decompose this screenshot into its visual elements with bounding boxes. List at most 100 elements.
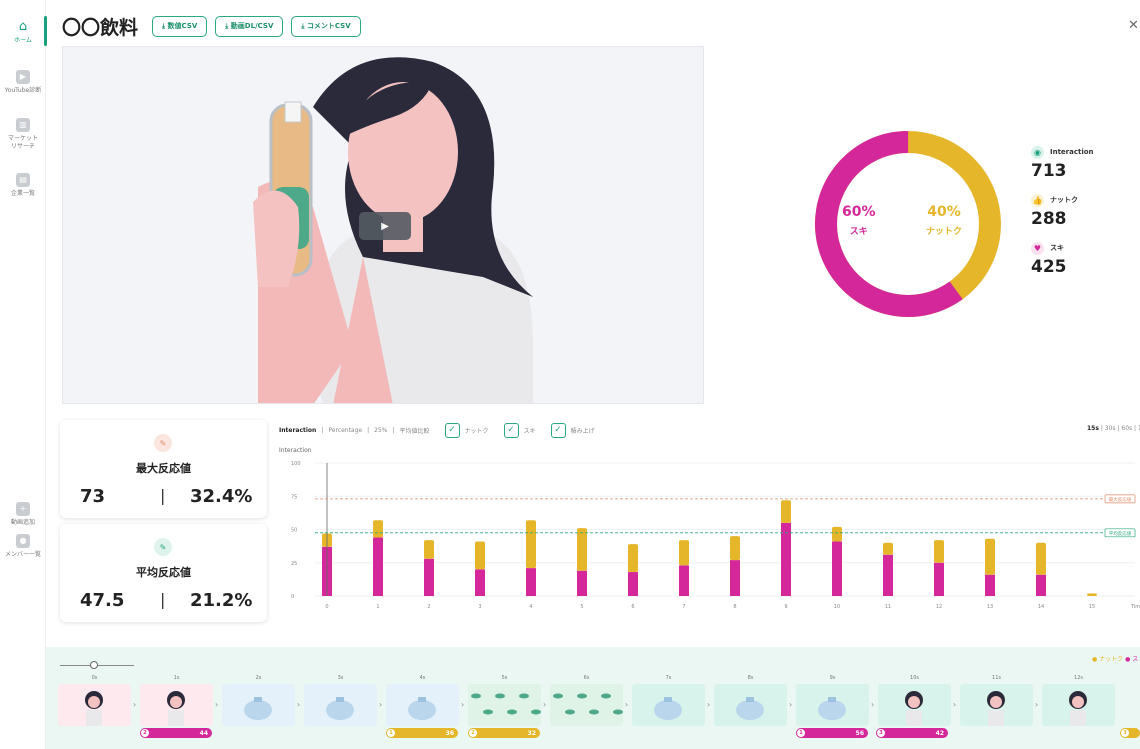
reaction-rank-pill: 2 44: [140, 728, 212, 738]
x-tick-label: 8: [733, 604, 736, 610]
thumbnail-timestamp: 2s: [255, 675, 262, 681]
sidebar-item-companies[interactable]: ▤ 企業一覧: [0, 173, 46, 198]
nattoku-checkbox-label: ナットク: [464, 427, 489, 435]
bar-suki[interactable]: [475, 569, 485, 596]
timeline-thumbnail[interactable]: 8s: [714, 675, 787, 726]
bar-suki[interactable]: [424, 558, 434, 596]
bar-nattoku[interactable]: [475, 541, 485, 570]
thumbnail-image: [987, 691, 1005, 726]
donut-nattoku-name: ナットク: [926, 227, 963, 237]
bar-suki[interactable]: [1036, 574, 1046, 596]
x-axis-label: Time: [1130, 604, 1140, 610]
bar-suki[interactable]: [628, 572, 638, 596]
video-player[interactable]: ▶: [62, 46, 704, 404]
max-reaction-pct: 32.4%: [190, 486, 253, 507]
sidebar-item-youtube[interactable]: ▶ YouTube診断: [0, 70, 46, 95]
mode-interaction[interactable]: Interaction: [279, 427, 316, 434]
bar-suki[interactable]: [373, 537, 383, 596]
bar-suki[interactable]: [577, 570, 587, 596]
thumbnail-timestamp: 1s: [173, 675, 180, 681]
thumbnail-image: [654, 697, 682, 720]
bar-suki[interactable]: [730, 560, 740, 596]
slider-knob[interactable]: [90, 661, 98, 669]
donut-nattoku-label: 40% ナットク: [926, 204, 962, 237]
interaction-icon: ◉: [1031, 145, 1044, 159]
bar-suki[interactable]: [934, 562, 944, 596]
timeline-thumbnail[interactable]: 11s: [960, 675, 1033, 726]
timeline-thumbnail[interactable]: 9s: [796, 675, 869, 726]
timeline-thumbnail[interactable]: 12s: [1042, 675, 1115, 726]
mode-percentage[interactable]: Percentage: [328, 427, 362, 434]
bar-nattoku[interactable]: [730, 536, 740, 561]
timeline-thumbnail[interactable]: 10s: [878, 675, 951, 726]
video-dl-csv-button[interactable]: ⤓ 動画DL/CSV: [215, 15, 284, 37]
x-tick-label: 6: [631, 604, 634, 610]
bar-nattoku[interactable]: [781, 500, 791, 523]
sidebar-item-home[interactable]: ⌂ ホーム: [0, 20, 46, 45]
bar-nattoku[interactable]: [832, 526, 842, 542]
mode-25pct[interactable]: 25%: [374, 427, 387, 434]
bar-nattoku[interactable]: [934, 540, 944, 563]
x-tick-label: 14: [1038, 604, 1044, 610]
timeline-thumbnail[interactable]: 6s: [550, 675, 623, 726]
timeline-thumbnail[interactable]: 2s: [222, 675, 295, 726]
stack-checkbox-label: 積み上げ: [570, 427, 595, 435]
bar-nattoku[interactable]: [883, 542, 893, 555]
sidebar-item-add-video[interactable]: + 動画追加: [0, 502, 46, 527]
timeline-thumbnail[interactable]: 0s: [58, 675, 131, 726]
stack-checkbox[interactable]: ✓: [550, 422, 566, 438]
bar-suki[interactable]: [781, 522, 791, 596]
timeline-thumbnail[interactable]: 7s: [632, 675, 705, 726]
chevron-right-icon: ›: [379, 700, 383, 709]
timeline-thumbnail[interactable]: 3s: [304, 675, 377, 726]
bar-suki[interactable]: [985, 574, 995, 596]
bar-nattoku[interactable]: [1087, 593, 1097, 596]
close-icon[interactable]: ✕: [1128, 18, 1139, 33]
legend-suki-value: 425: [1031, 257, 1067, 277]
sidebar-item-label: YouTube診断: [4, 87, 42, 94]
timeline-thumbnail[interactable]: 1s: [140, 675, 213, 726]
bar-nattoku[interactable]: [577, 528, 587, 571]
timeline-legend-nattoku: ● ナットク: [1092, 656, 1124, 663]
timeline-zoom-slider[interactable]: [60, 660, 134, 670]
thumbnail-image: [85, 691, 103, 726]
sidebar-item-label: 動画追加: [10, 519, 35, 526]
page-header: 〇〇飲料 ⤓ 数値CSV ⤓ 動画DL/CSV ⤓ コメントCSV: [62, 14, 361, 39]
legend-nattoku: 👍 ナットク: [1031, 193, 1131, 207]
bar-suki[interactable]: [832, 541, 842, 596]
nattoku-checkbox[interactable]: ✓: [444, 422, 460, 438]
x-tick-label: 9: [784, 604, 787, 610]
range-30s[interactable]: 30s: [1105, 425, 1116, 432]
timeline-thumbnail[interactable]: 4s: [386, 675, 459, 726]
timeline-thumbnail[interactable]: 5s: [468, 675, 541, 726]
y-tick-label: 50: [291, 528, 297, 534]
bar-suki[interactable]: [679, 565, 689, 596]
range-60s[interactable]: 60s: [1121, 425, 1132, 432]
bar-nattoku[interactable]: [985, 538, 995, 575]
suki-checkbox-label: スキ: [523, 427, 536, 435]
bar-nattoku[interactable]: [373, 520, 383, 538]
bar-nattoku[interactable]: [526, 520, 536, 569]
bar-suki[interactable]: [526, 568, 536, 596]
sidebar-item-members[interactable]: ● メンバー一覧: [0, 534, 46, 559]
comment-csv-button[interactable]: ⤓ コメントCSV: [291, 15, 361, 37]
chart-y-label: Interaction: [279, 447, 312, 454]
sidebar-item-market-research[interactable]: ▥ マーケット リサーチ: [0, 118, 46, 151]
sidebar-item-label: ホーム: [14, 37, 32, 44]
play-button[interactable]: ▶: [359, 212, 411, 240]
chevron-right-icon: ›: [461, 700, 465, 709]
numeric-csv-button[interactable]: ⤓ 数値CSV: [152, 15, 208, 37]
bar-nattoku[interactable]: [424, 540, 434, 559]
bar-nattoku[interactable]: [628, 544, 638, 573]
bar-nattoku[interactable]: [679, 540, 689, 566]
bar-suki[interactable]: [883, 554, 893, 596]
rank-badge: 3: [877, 729, 885, 737]
range-15s[interactable]: 15s: [1087, 425, 1099, 432]
mode-avg-compare[interactable]: 平均値比較: [400, 426, 430, 435]
app-root: ⌂ ホーム ▶ YouTube診断 ▥ マーケット リサーチ ▤ 企業一覧 + …: [0, 0, 1140, 749]
suki-checkbox[interactable]: ✓: [503, 422, 519, 438]
bar-nattoku[interactable]: [1036, 542, 1046, 575]
chevron-right-icon: ›: [543, 700, 547, 709]
chart-toolbar: Interaction | Percentage | 25% | 平均値比較 ✓ ナッ…: [279, 420, 595, 440]
reaction-donut-chart: 60% スキ 40% ナットク: [808, 124, 1008, 324]
